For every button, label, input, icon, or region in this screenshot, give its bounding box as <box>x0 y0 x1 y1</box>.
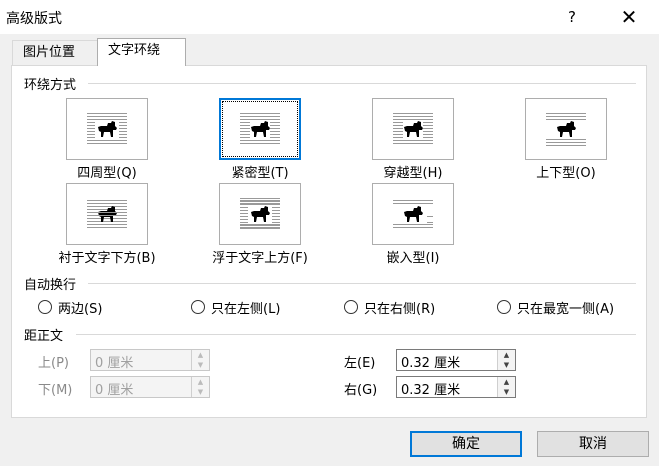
wrap-option-label[interactable]: 浮于文字上方(F) <box>179 247 341 266</box>
help-button[interactable]: ? <box>557 0 587 34</box>
tab-text-wrapping[interactable]: 文字环绕 <box>97 38 186 66</box>
wrap-option-label[interactable]: 紧密型(T) <box>179 162 341 181</box>
radio-largest-only[interactable]: 只在最宽一侧(A) <box>497 298 615 317</box>
wrap-option-through[interactable] <box>372 98 454 160</box>
wrap-option-frame <box>223 187 297 241</box>
radio-circle[interactable] <box>497 300 511 314</box>
wrap-option-label[interactable]: 穿越型(H) <box>332 162 494 181</box>
auto-wrap-separator <box>88 283 636 284</box>
wrap-square-icon <box>87 113 127 144</box>
wrap-behind-icon <box>87 200 127 228</box>
spin-down-icon[interactable]: ▼ <box>192 360 209 370</box>
wrap-style-title: 环绕方式 <box>24 78 77 93</box>
auto-wrap-title: 自动换行 <box>24 278 77 293</box>
distance-separator <box>76 334 636 335</box>
spin-down-icon[interactable]: ▼ <box>192 387 209 397</box>
distance-left-value[interactable]: 0.32 厘米 <box>401 352 460 371</box>
wrap-option-tight[interactable] <box>219 98 301 160</box>
radio-circle[interactable] <box>344 300 358 314</box>
wrap-style-separator <box>88 83 636 84</box>
wrap-option-frame <box>529 102 603 156</box>
distance-left-label: 左(E) <box>344 356 376 371</box>
distance-top-value[interactable]: 0 厘米 <box>95 352 133 371</box>
wrap-option-frame <box>376 187 450 241</box>
wrap-option-inline[interactable] <box>372 183 454 245</box>
spin-down-icon[interactable]: ▼ <box>498 360 515 370</box>
wrap-front-icon <box>240 198 280 229</box>
wrap-option-topbottom[interactable] <box>525 98 607 160</box>
wrap-inline-icon <box>393 200 433 228</box>
distance-top-spinner[interactable]: 0 厘米 ▲ ▼ <box>90 349 210 371</box>
wrap-option-front[interactable] <box>219 183 301 245</box>
distance-right-label: 右(G) <box>344 383 378 398</box>
wrap-option-label[interactable]: 衬于文字下方(B) <box>26 247 188 266</box>
dialog-title: 高级版式 <box>6 11 62 27</box>
wrap-topbottom-icon <box>546 113 586 146</box>
title-bar: 高级版式 ? ✕ <box>0 0 659 34</box>
spin-up-icon[interactable]: ▲ <box>498 350 515 360</box>
cancel-button[interactable]: 取消 <box>537 431 649 457</box>
radio-label: 两边(S) <box>58 301 103 317</box>
radio-left-only[interactable]: 只在左侧(L) <box>191 298 281 317</box>
tab-picture-position[interactable]: 图片位置 <box>12 40 98 65</box>
radio-label: 只在左侧(L) <box>211 301 281 317</box>
distance-bottom-label: 下(M) <box>38 383 73 398</box>
wrap-option-frame <box>376 102 450 156</box>
radio-label: 只在右侧(R) <box>364 301 436 317</box>
wrap-option-square[interactable] <box>66 98 148 160</box>
spin-up-icon[interactable]: ▲ <box>192 350 209 360</box>
wrap-option-frame <box>70 102 144 156</box>
wrap-tight-icon <box>240 113 280 144</box>
distance-bottom-spinner[interactable]: 0 厘米 ▲ ▼ <box>90 376 210 398</box>
radio-right-only[interactable]: 只在右侧(R) <box>344 298 436 317</box>
close-button[interactable]: ✕ <box>612 0 646 34</box>
wrap-option-frame <box>222 101 298 157</box>
ok-button[interactable]: 确定 <box>410 431 522 457</box>
radio-circle[interactable] <box>38 300 52 314</box>
radio-both-sides[interactable]: 两边(S) <box>38 298 103 317</box>
distance-title: 距正文 <box>24 329 64 344</box>
distance-bottom-value[interactable]: 0 厘米 <box>95 379 133 398</box>
wrap-option-frame <box>70 187 144 241</box>
wrap-option-label[interactable]: 上下型(O) <box>485 162 647 181</box>
distance-left-spinner[interactable]: 0.32 厘米 ▲ ▼ <box>396 349 516 371</box>
spin-up-icon[interactable]: ▲ <box>498 377 515 387</box>
spin-up-icon[interactable]: ▲ <box>192 377 209 387</box>
wrap-through-icon <box>393 113 433 144</box>
wrap-option-label[interactable]: 四周型(Q) <box>26 162 188 181</box>
spin-down-icon[interactable]: ▼ <box>498 387 515 397</box>
radio-circle[interactable] <box>191 300 205 314</box>
wrap-option-behind[interactable] <box>66 183 148 245</box>
distance-top-label: 上(P) <box>38 356 69 371</box>
distance-right-value[interactable]: 0.32 厘米 <box>401 379 460 398</box>
radio-label: 只在最宽一侧(A) <box>517 301 615 317</box>
distance-right-spinner[interactable]: 0.32 厘米 ▲ ▼ <box>396 376 516 398</box>
wrap-option-label[interactable]: 嵌入型(I) <box>332 247 494 266</box>
